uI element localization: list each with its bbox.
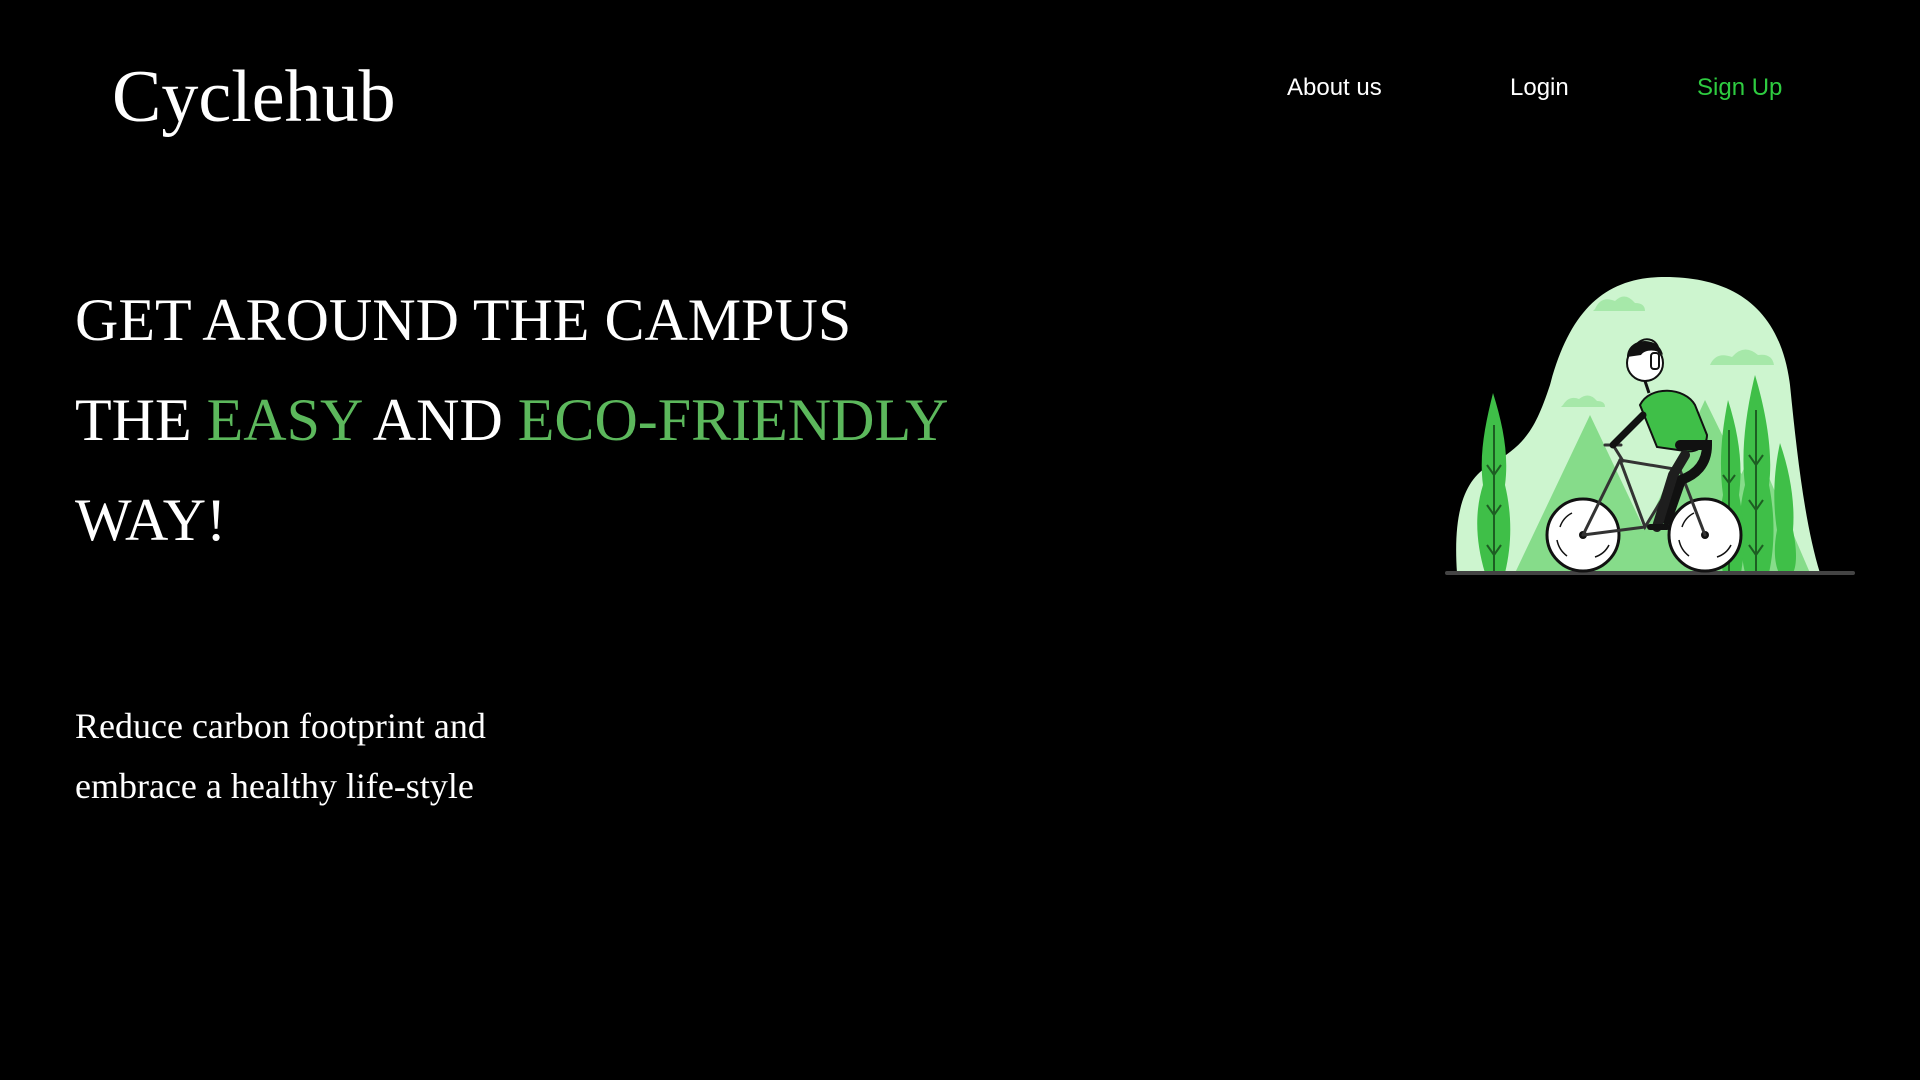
subtext-line-2: embrace a healthy life-style	[75, 766, 474, 806]
hero-subtext: Reduce carbon footprint and embrace a he…	[75, 696, 486, 816]
nav-login-link[interactable]: Login	[1510, 70, 1569, 106]
subtext-line-1: Reduce carbon footprint and	[75, 706, 486, 746]
headline-accent-eco-friendly: ECO-FRIENDLY	[517, 387, 949, 453]
nav-about-us-link[interactable]: About us	[1287, 70, 1382, 106]
headline-line-3: WAY!	[75, 487, 227, 553]
cyclist-illustration-icon	[1445, 277, 1855, 575]
headline-line-2: THE EASY AND ECO-FRIENDLY	[75, 370, 948, 470]
nav-sign-up-link[interactable]: Sign Up	[1697, 70, 1782, 106]
headline-accent-easy: EASY	[206, 387, 362, 453]
headline-text: AND	[361, 387, 518, 453]
top-nav: About us Login Sign Up	[0, 70, 1920, 110]
landing-page: Cyclehub About us Login Sign Up GET AROU…	[0, 0, 1920, 1080]
hero-headline: GET AROUND THE CAMPUS THE EASY AND ECO-F…	[75, 270, 948, 570]
headline-text: THE	[75, 387, 207, 453]
headline-line-1: GET AROUND THE CAMPUS	[75, 287, 852, 353]
